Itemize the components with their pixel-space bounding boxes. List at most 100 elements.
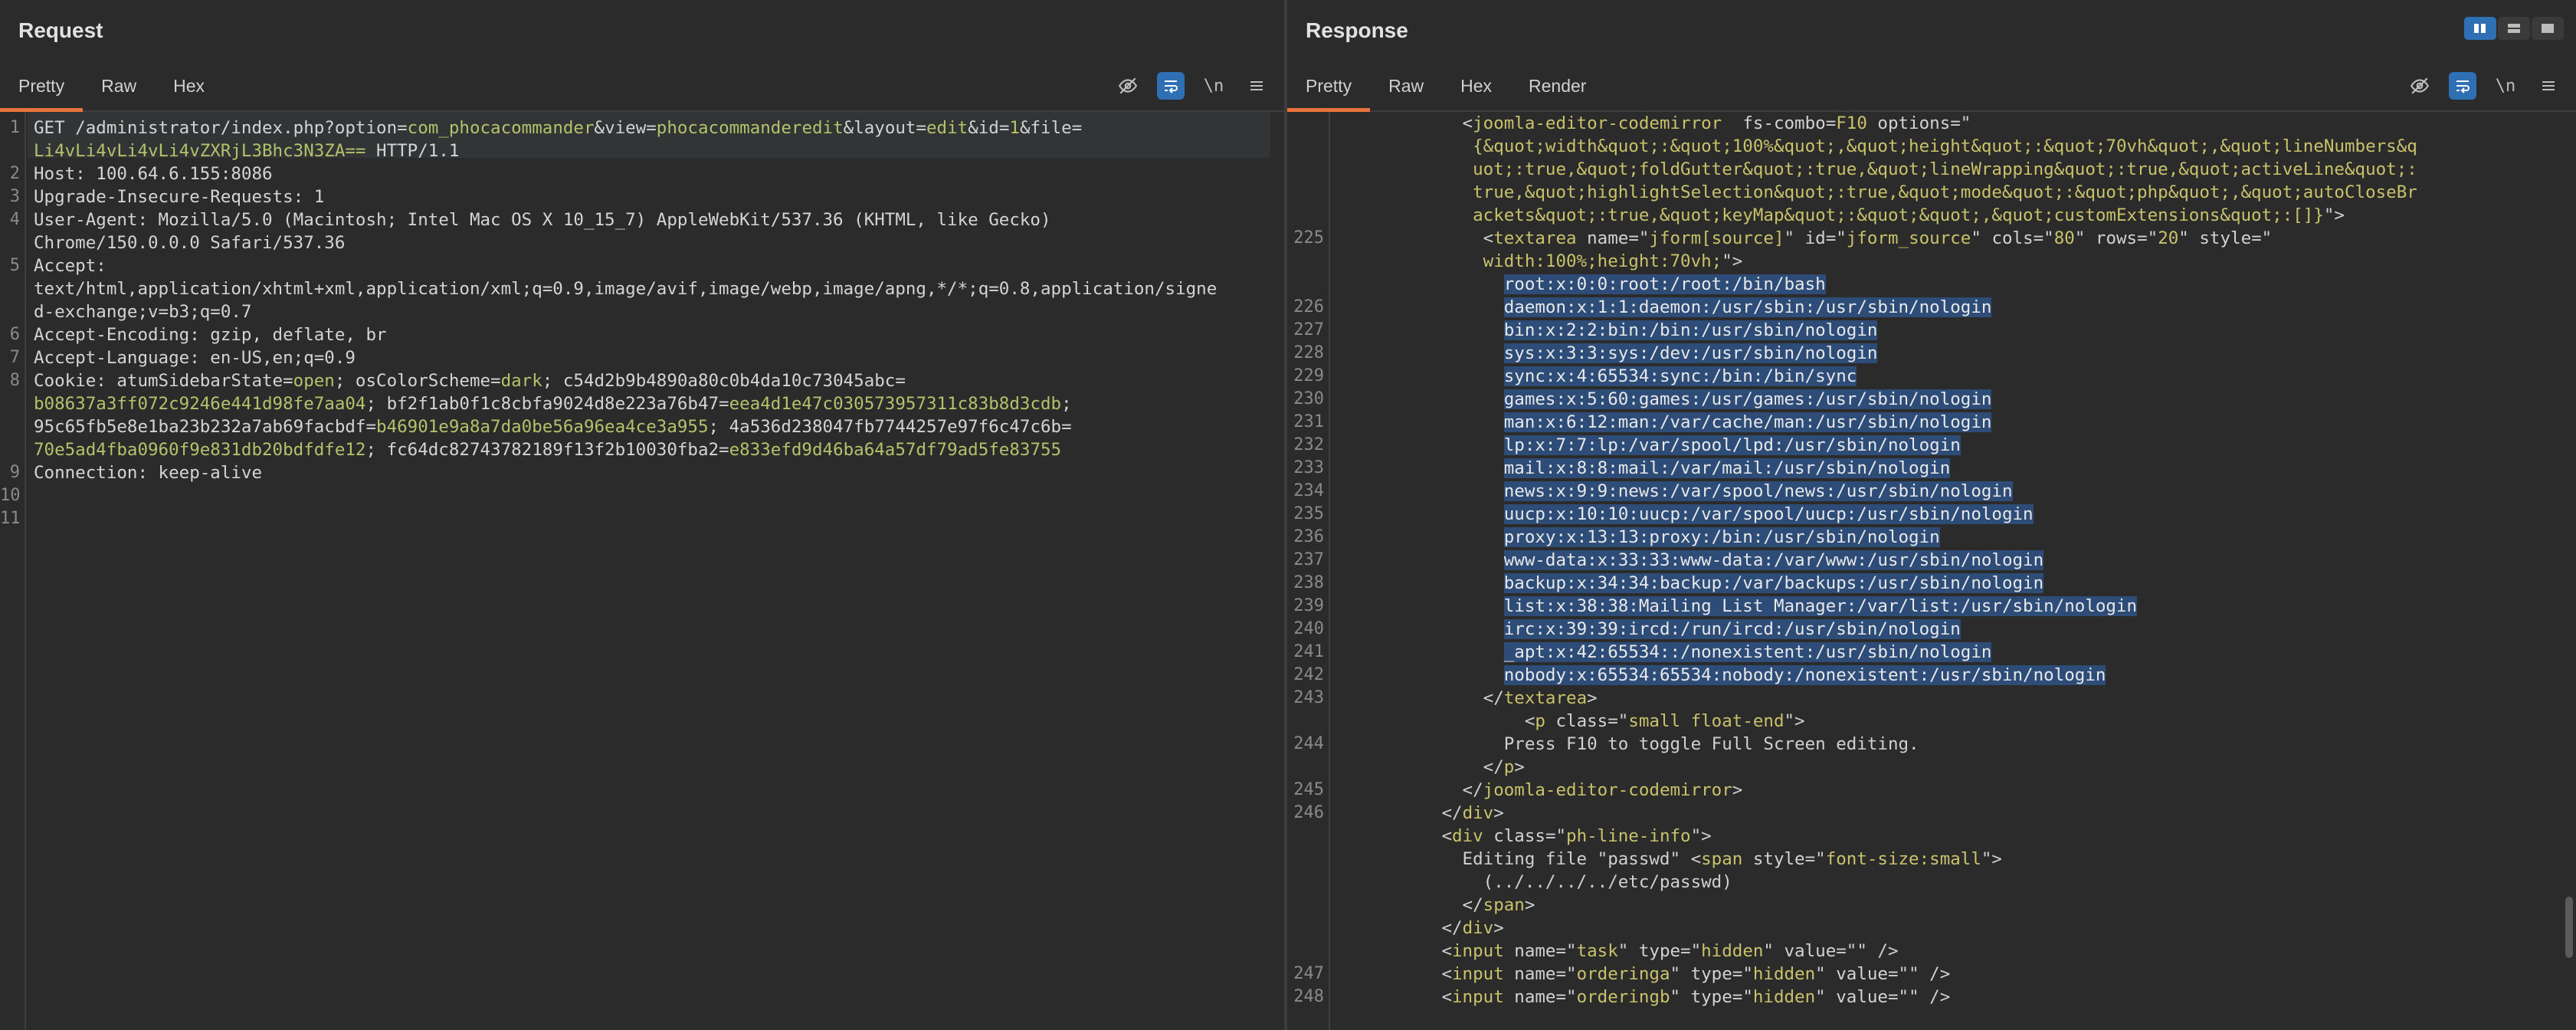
- eye-off-icon[interactable]: [1114, 72, 1142, 100]
- code-line: uot;:true,&quot;foldGutter&quot;:true,&q…: [1338, 158, 2417, 181]
- code-token: div: [1452, 826, 1483, 846]
- selected-text: proxy:x:13:13:proxy:/bin:/usr/sbin/nolog…: [1503, 527, 1940, 547]
- code-line: daemon:x:1:1:daemon:/usr/sbin:/usr/sbin/…: [1338, 296, 1992, 319]
- code-token: </: [1338, 688, 1504, 708]
- wrap-icon[interactable]: [1157, 72, 1185, 100]
- code-token: div: [1462, 918, 1494, 938]
- response-tab-pretty[interactable]: Pretty: [1287, 61, 1371, 112]
- code-token: hidden: [1701, 941, 1764, 961]
- request-tab-hex[interactable]: Hex: [155, 61, 223, 110]
- code-line: sys:x:3:3:sys:/dev:/usr/sbin/nologin: [1338, 342, 1878, 365]
- code-token: =": [2251, 228, 2273, 248]
- code-token: options: [1877, 113, 1951, 133]
- newline-toggle[interactable]: \n: [1200, 72, 1227, 100]
- code-token: true,&quot;highlightSelection&quot;:true…: [1338, 182, 2417, 202]
- code-token: input: [1452, 964, 1504, 984]
- code-line: proxy:x:13:13:proxy:/bin:/usr/sbin/nolog…: [1338, 526, 1940, 549]
- code-line: <div class="ph-line-info">: [1338, 825, 1712, 848]
- response-tabbar: Pretty Raw Hex Render \n: [1287, 61, 2576, 112]
- code-line: </div>: [1338, 802, 1503, 825]
- line-number: 2: [9, 164, 20, 183]
- selected-text: bin:x:2:2:bin:/bin:/usr/sbin/nologin: [1503, 320, 1878, 340]
- newline-toggle[interactable]: \n: [2492, 72, 2519, 100]
- code-token: Upgrade-Insecure-Requests: 1: [34, 187, 325, 207]
- code-token: cols: [1991, 228, 2034, 248]
- code-token: =": [1680, 941, 1702, 961]
- code-token: p: [1535, 711, 1545, 731]
- code-line: <joomla-editor-codemirror fs-combo=F10 o…: [1338, 112, 1971, 135]
- response-editor[interactable]: 225 226 227 228 229 230 231 232 233 234 235 236 237 2…: [1287, 112, 2576, 1030]
- selected-text: mail:x:8:8:mail:/var/mail:/usr/sbin/nolo…: [1503, 458, 1951, 478]
- code-line: <textarea name="jform[source]" id="jform…: [1338, 227, 2273, 250]
- code-line: </div>: [1338, 917, 1503, 940]
- code-token: fs-combo: [1742, 113, 1826, 133]
- single-pane-icon[interactable]: [2532, 17, 2564, 40]
- split-horizontal-icon[interactable]: [2498, 17, 2530, 40]
- eye-off-icon[interactable]: [2406, 72, 2433, 100]
- split-vertical-icon[interactable]: [2464, 17, 2496, 40]
- line-number: 3: [9, 187, 20, 206]
- code-line: nobody:x:65534:65534:nobody:/nonexistent…: [1338, 664, 2106, 687]
- request-tab-pretty[interactable]: Pretty: [0, 61, 84, 112]
- line-number: 230: [1293, 389, 1324, 408]
- code-token: Chrome/150.0.0.0 Safari/537.36: [34, 233, 346, 253]
- line-number: 242: [1293, 665, 1324, 684]
- code-token: >: [1732, 780, 1743, 800]
- wrap-icon[interactable]: [2449, 72, 2476, 100]
- code-token: id: [978, 118, 999, 138]
- code-token: ": [1784, 228, 1805, 248]
- code-token: =: [916, 118, 927, 138]
- code-line: Li4vLi4vLi4vLi4vZXRjL3Bhc3N3ZA== HTTP/1.…: [34, 139, 459, 162]
- code-token: e833efd9d46ba64a57df79ad5fe83755: [729, 440, 1062, 460]
- response-tab-render[interactable]: Render: [1510, 61, 1604, 110]
- response-pane: Response Pretty Raw Hex Render \n 225 22…: [1287, 0, 2576, 1030]
- code-token: style: [1752, 849, 1805, 869]
- line-number: 6: [9, 325, 20, 344]
- code-token: =: [1071, 118, 1083, 138]
- code-token: Editing file "passwd" <: [1338, 849, 1702, 869]
- code-token: value: [1836, 964, 1888, 984]
- code-token: input: [1452, 987, 1504, 1007]
- code-token: <: [1338, 228, 1494, 248]
- code-token: {&quot;width&quot;:&quot;100%&quot;,&quo…: [1338, 136, 2417, 156]
- code-line: sync:x:4:65534:sync:/bin:/bin/sync: [1338, 365, 1857, 388]
- code-token: joomla-editor-codemirror: [1473, 113, 1722, 133]
- code-line: </p>: [1338, 756, 1525, 779]
- line-number: 239: [1293, 596, 1324, 615]
- request-tab-raw[interactable]: Raw: [83, 61, 155, 110]
- code-token: ": [1815, 964, 1837, 984]
- request-header: Request: [0, 0, 1284, 61]
- code-token: =: [998, 118, 1010, 138]
- code-token: &: [843, 118, 854, 138]
- line-number: 245: [1293, 780, 1324, 799]
- code-token: ; osColorScheme=: [334, 371, 501, 391]
- code-token: </: [1338, 918, 1463, 938]
- code-token: </: [1338, 895, 1483, 915]
- selected-text: lp:x:7:7:lp:/var/spool/lpd:/usr/sbin/nol…: [1503, 435, 1961, 455]
- code-token: User-Agent: Mozilla/5.0 (Macintosh; Inte…: [34, 210, 1051, 230]
- response-scrollbar[interactable]: [2565, 897, 2573, 958]
- response-tab-raw[interactable]: Raw: [1370, 61, 1442, 110]
- code-token: =": [1732, 964, 1753, 984]
- selected-text: daemon:x:1:1:daemon:/usr/sbin:/usr/sbin/…: [1503, 297, 1992, 317]
- menu-icon[interactable]: [2535, 72, 2562, 100]
- code-line: User-Agent: Mozilla/5.0 (Macintosh; Inte…: [34, 208, 1051, 231]
- code-token: =": [1825, 228, 1847, 248]
- code-token: ">: [1690, 826, 1712, 846]
- code-token: width:100%;height:70vh;: [1338, 251, 1722, 271]
- line-number: 235: [1293, 504, 1324, 523]
- menu-icon[interactable]: [1243, 72, 1270, 100]
- response-tab-hex[interactable]: Hex: [1442, 61, 1510, 110]
- code-token: small float-end: [1628, 711, 1785, 731]
- request-editor[interactable]: 1 2 3 4 5 6 7 8 9 10 11 GET /administrator/index.p…: [0, 112, 1284, 1030]
